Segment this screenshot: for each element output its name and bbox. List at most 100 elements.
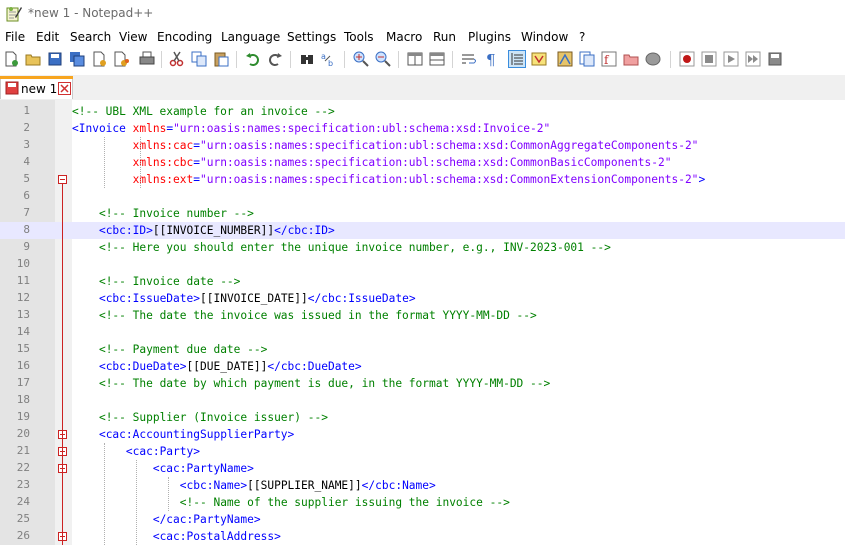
replace-icon[interactable]: ab — [320, 50, 338, 68]
syntax-token-comment: <!-- UBL XML example for an invoice --> — [72, 105, 335, 118]
line-text: <!-- Here you should enter the unique in… — [72, 240, 611, 255]
find-icon[interactable] — [298, 50, 316, 68]
fold-toggle-icon[interactable] — [58, 175, 67, 184]
open-file-icon[interactable] — [24, 50, 42, 68]
menu-view[interactable]: View — [117, 30, 149, 44]
code-line[interactable]: 26 <cac:PostalAddress> — [0, 528, 845, 545]
syntax-token-text — [72, 445, 126, 458]
code-line[interactable]: 12 <cbc:IssueDate>[[INVOICE_DATE]]</cbc:… — [0, 290, 845, 307]
close-all-icon[interactable] — [112, 50, 130, 68]
code-line[interactable]: 21 <cac:Party> — [0, 443, 845, 460]
new-file-icon[interactable] — [2, 50, 20, 68]
menu-tools[interactable]: Tools — [342, 30, 376, 44]
cut-icon[interactable] — [168, 50, 186, 68]
save-icon[interactable] — [46, 50, 64, 68]
close-icon[interactable] — [90, 50, 108, 68]
line-text: <cbc:IssueDate>[[INVOICE_DATE]]</cbc:Iss… — [72, 291, 416, 306]
paste-icon[interactable] — [212, 50, 230, 68]
doc-map-icon[interactable] — [556, 50, 574, 68]
save-all-icon[interactable] — [68, 50, 86, 68]
show-all-chars-icon[interactable]: ¶ — [482, 50, 500, 68]
syntax-token-tag: </cbc:ID> — [274, 224, 335, 237]
folder-workspace-icon[interactable] — [622, 50, 640, 68]
code-line[interactable]: 13 <!-- The date the invoice was issued … — [0, 307, 845, 324]
syntax-token-text — [72, 173, 133, 186]
tab-close-icon[interactable] — [58, 82, 71, 95]
sync-vertical-icon[interactable] — [406, 50, 424, 68]
menu-file[interactable]: File — [3, 30, 27, 44]
code-line[interactable]: 18 — [0, 392, 845, 409]
code-line[interactable]: 24 <!-- Name of the supplier issuing the… — [0, 494, 845, 511]
print-icon[interactable] — [138, 50, 156, 68]
code-line[interactable]: 9 <!-- Here you should enter the unique … — [0, 239, 845, 256]
code-line[interactable]: 6 — [0, 188, 845, 205]
line-text: <cbc:DueDate>[[DUE_DATE]]</cbc:DueDate> — [72, 359, 362, 374]
code-line[interactable]: 7 <!-- Invoice number --> — [0, 205, 845, 222]
menu-search[interactable]: Search — [68, 30, 113, 44]
code-line[interactable]: 25 </cac:PartyName> — [0, 511, 845, 528]
menu-run[interactable]: Run — [431, 30, 458, 44]
menu-help[interactable]: ? — [577, 30, 587, 44]
record-macro-icon[interactable] — [678, 50, 696, 68]
code-line[interactable]: 4 xmlns:cbc="urn:oasis:names:specificati… — [0, 154, 845, 171]
code-line[interactable]: 2 <Invoice xmlns="urn:oasis:names:specifi… — [0, 120, 845, 137]
menu-edit[interactable]: Edit — [34, 30, 61, 44]
menu-plugins[interactable]: Plugins — [466, 30, 513, 44]
code-line[interactable]: 5 xmlns:ext="urn:oasis:names:specificati… — [0, 171, 845, 188]
code-line[interactable]: 15 <!-- Payment due date --> — [0, 341, 845, 358]
udl-icon[interactable] — [530, 50, 548, 68]
syntax-token-val: "urn:oasis:names:specification:ubl:schem… — [200, 139, 699, 152]
line-text: <!-- Invoice date --> — [72, 274, 240, 289]
line-number: 12 — [16, 291, 30, 304]
code-line[interactable]: 23 <cbc:Name>[[SUPPLIER_NAME]]</cbc:Name… — [0, 477, 845, 494]
code-line[interactable]: 16 <cbc:DueDate>[[DUE_DATE]]</cbc:DueDat… — [0, 358, 845, 375]
line-number: 4 — [23, 155, 30, 168]
code-line[interactable]: 17 <!-- The date by which payment is due… — [0, 375, 845, 392]
code-line[interactable]: 20 <cac:AccountingSupplierParty> — [0, 426, 845, 443]
line-text: <!-- UBL XML example for an invoice --> — [72, 104, 335, 119]
syntax-token-tag: = — [193, 139, 200, 152]
syntax-token-text — [72, 309, 99, 322]
line-text: xmlns:cac="urn:oasis:names:specification… — [72, 138, 699, 153]
save-macro-icon[interactable] — [766, 50, 784, 68]
menu-language[interactable]: Language — [219, 30, 282, 44]
stop-record-icon[interactable] — [700, 50, 718, 68]
code-line[interactable]: 19 <!-- Supplier (Invoice issuer) --> — [0, 409, 845, 426]
doc-list-icon[interactable] — [578, 50, 596, 68]
word-wrap-icon[interactable] — [460, 50, 478, 68]
menu-settings[interactable]: Settings — [285, 30, 338, 44]
zoom-out-icon[interactable] — [374, 50, 392, 68]
line-text: <cac:PartyName> — [72, 461, 254, 476]
code-line[interactable]: 8 <cbc:ID>[[INVOICE_NUMBER]]</cbc:ID> — [0, 222, 845, 239]
code-line[interactable]: 14 — [0, 324, 845, 341]
function-list-icon[interactable]: f — [600, 50, 618, 68]
line-text: <cbc:ID>[[INVOICE_NUMBER]]</cbc:ID> — [72, 223, 335, 238]
play-macro-icon[interactable] — [722, 50, 740, 68]
redo-icon[interactable] — [266, 50, 284, 68]
code-line[interactable]: 3 xmlns:cac="urn:oasis:names:specificati… — [0, 137, 845, 154]
line-number: 17 — [16, 376, 30, 389]
monitoring-icon[interactable] — [644, 50, 662, 68]
toolbar: ab ¶ f — [0, 47, 845, 72]
menu-macro[interactable]: Macro — [384, 30, 424, 44]
indent-guide — [136, 460, 137, 545]
sync-horizontal-icon[interactable] — [428, 50, 446, 68]
play-multiple-icon[interactable] — [744, 50, 762, 68]
editor-area[interactable]: 1 <!-- UBL XML example for an invoice -->… — [0, 100, 845, 545]
code-line[interactable]: 10 — [0, 256, 845, 273]
code-line[interactable]: 11 <!-- Invoice date --> — [0, 273, 845, 290]
syntax-token-text — [72, 479, 180, 492]
code-line[interactable]: 22 <cac:PartyName> — [0, 460, 845, 477]
syntax-token-val: "urn:oasis:names:specification:ubl:schem… — [173, 122, 551, 135]
undo-icon[interactable] — [244, 50, 262, 68]
code-line[interactable]: 1 <!-- UBL XML example for an invoice --> — [0, 103, 845, 120]
menu-encoding[interactable]: Encoding — [155, 30, 214, 44]
syntax-token-tag: > — [698, 173, 706, 186]
copy-icon[interactable] — [190, 50, 208, 68]
zoom-in-icon[interactable] — [352, 50, 370, 68]
syntax-token-comment: <!-- Supplier (Invoice issuer) --> — [98, 411, 328, 424]
syntax-token-text: [[SUPPLIER_NAME]] — [247, 479, 362, 492]
menu-window[interactable]: Window — [519, 30, 570, 44]
tab-new-1[interactable]: new 1 — [0, 76, 73, 99]
indent-guide-icon[interactable] — [508, 50, 526, 68]
